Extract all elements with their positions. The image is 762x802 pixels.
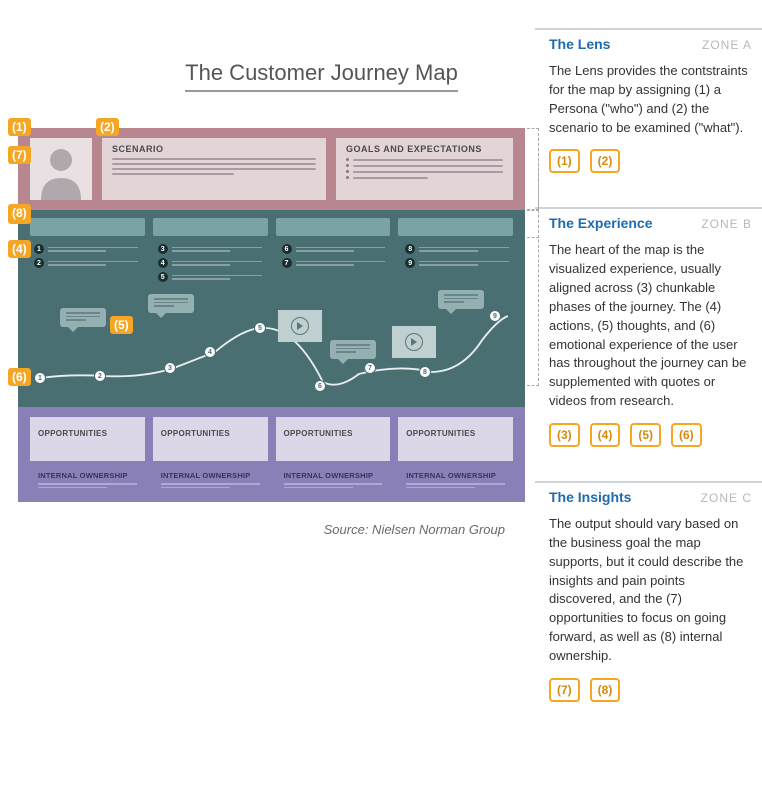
zone-card-insights: The Insights ZONE C The output should va… bbox=[535, 481, 762, 718]
bracket-zone-c bbox=[527, 128, 539, 238]
phases-row bbox=[30, 218, 513, 236]
journey-node: 4 bbox=[204, 346, 216, 358]
zone-experience: (3) (4) (5) (6) 1 2 3 4 bbox=[18, 210, 525, 407]
video-thumb bbox=[392, 326, 436, 358]
goals-label: GOALS AND EXPECTATIONS bbox=[346, 144, 503, 154]
ownership-box: INTERNAL OWNERSHIP bbox=[276, 469, 391, 492]
zone-marker-ref: (2) bbox=[590, 149, 621, 173]
journey-node: 1 bbox=[34, 372, 46, 384]
ownership-box: INTERNAL OWNERSHIP bbox=[153, 469, 268, 492]
opportunity-box: OPPORTUNITIES bbox=[276, 417, 391, 461]
journey-node: 3 bbox=[164, 362, 176, 374]
zone-insights: (7) (8) OPPORTUNITIES OPPORTUNITIES OPPO… bbox=[18, 407, 525, 502]
opportunity-box: OPPORTUNITIES bbox=[398, 417, 513, 461]
quote-bubble bbox=[60, 308, 106, 327]
zone-description: The Lens provides the contstraints for t… bbox=[549, 62, 752, 137]
page-title: The Customer Journey Map bbox=[185, 60, 458, 92]
zone-marker-ref: (3) bbox=[549, 423, 580, 447]
play-icon bbox=[405, 333, 423, 351]
journey-node: 2 bbox=[94, 370, 106, 382]
zone-marker-ref: (8) bbox=[590, 678, 621, 702]
scenario-label: SCENARIO bbox=[112, 144, 316, 154]
actions-row: 1 2 3 4 5 6 7 8 9 bbox=[30, 244, 513, 282]
zone-tag: ZONE A bbox=[702, 38, 752, 52]
zone-card-lens: The Lens ZONE A The Lens provides the co… bbox=[535, 28, 762, 189]
marker-6: (6) bbox=[8, 368, 31, 386]
person-icon bbox=[36, 144, 86, 200]
marker-7: (7) bbox=[8, 146, 31, 164]
goals-box: GOALS AND EXPECTATIONS bbox=[336, 138, 513, 200]
play-icon bbox=[291, 317, 309, 335]
phase bbox=[30, 218, 145, 236]
journey-node: 5 bbox=[254, 322, 266, 334]
phase bbox=[398, 218, 513, 236]
journey-node: 8 bbox=[419, 366, 431, 378]
marker-8: (8) bbox=[8, 204, 31, 222]
journey-node: 6 bbox=[314, 380, 326, 392]
marker-1: (1) bbox=[8, 118, 31, 136]
phase bbox=[276, 218, 391, 236]
zone-marker-ref: (5) bbox=[630, 423, 661, 447]
opportunity-box: OPPORTUNITIES bbox=[30, 417, 145, 461]
zone-description: The output should vary based on the busi… bbox=[549, 515, 752, 666]
persona-avatar bbox=[30, 138, 92, 200]
video-thumb bbox=[278, 310, 322, 342]
quote-bubble bbox=[148, 294, 194, 313]
diagram-area: The Customer Journey Map (1) (2) SCENARI… bbox=[0, 0, 535, 802]
zone-title: The Lens bbox=[549, 36, 610, 52]
journey-node: 7 bbox=[364, 362, 376, 374]
zone-lens: (1) (2) SCENARIO GOALS AND EXPECTATIONS bbox=[18, 128, 525, 210]
journey-map: (1) (2) SCENARIO GOALS AND EXPECTATIONS bbox=[18, 128, 525, 502]
source-attribution: Source: Nielsen Norman Group bbox=[18, 522, 505, 537]
zone-tag: ZONE B bbox=[701, 217, 752, 231]
zone-tag: ZONE C bbox=[701, 491, 752, 505]
journey-curve: 1 2 3 4 5 6 7 8 9 bbox=[30, 290, 513, 395]
quote-bubble bbox=[438, 290, 484, 309]
ownership-box: INTERNAL OWNERSHIP bbox=[30, 469, 145, 492]
phase bbox=[153, 218, 268, 236]
quote-bubble bbox=[330, 340, 376, 359]
zone-title: The Experience bbox=[549, 215, 653, 231]
sidebar: The Lens ZONE A The Lens provides the co… bbox=[535, 0, 762, 802]
journey-node: 9 bbox=[489, 310, 501, 322]
marker-4: (4) bbox=[8, 240, 31, 258]
zone-marker-ref: (7) bbox=[549, 678, 580, 702]
zone-marker-ref: (1) bbox=[549, 149, 580, 173]
zone-title: The Insights bbox=[549, 489, 631, 505]
scenario-box: SCENARIO bbox=[102, 138, 326, 200]
zone-marker-ref: (6) bbox=[671, 423, 702, 447]
zone-card-experience: The Experience ZONE B The heart of the m… bbox=[535, 207, 762, 463]
ownership-box: INTERNAL OWNERSHIP bbox=[398, 469, 513, 492]
opportunity-box: OPPORTUNITIES bbox=[153, 417, 268, 461]
zone-description: The heart of the map is the visualized e… bbox=[549, 241, 752, 411]
zone-marker-ref: (4) bbox=[590, 423, 621, 447]
marker-5: (5) bbox=[110, 316, 133, 334]
marker-2: (2) bbox=[96, 118, 119, 136]
